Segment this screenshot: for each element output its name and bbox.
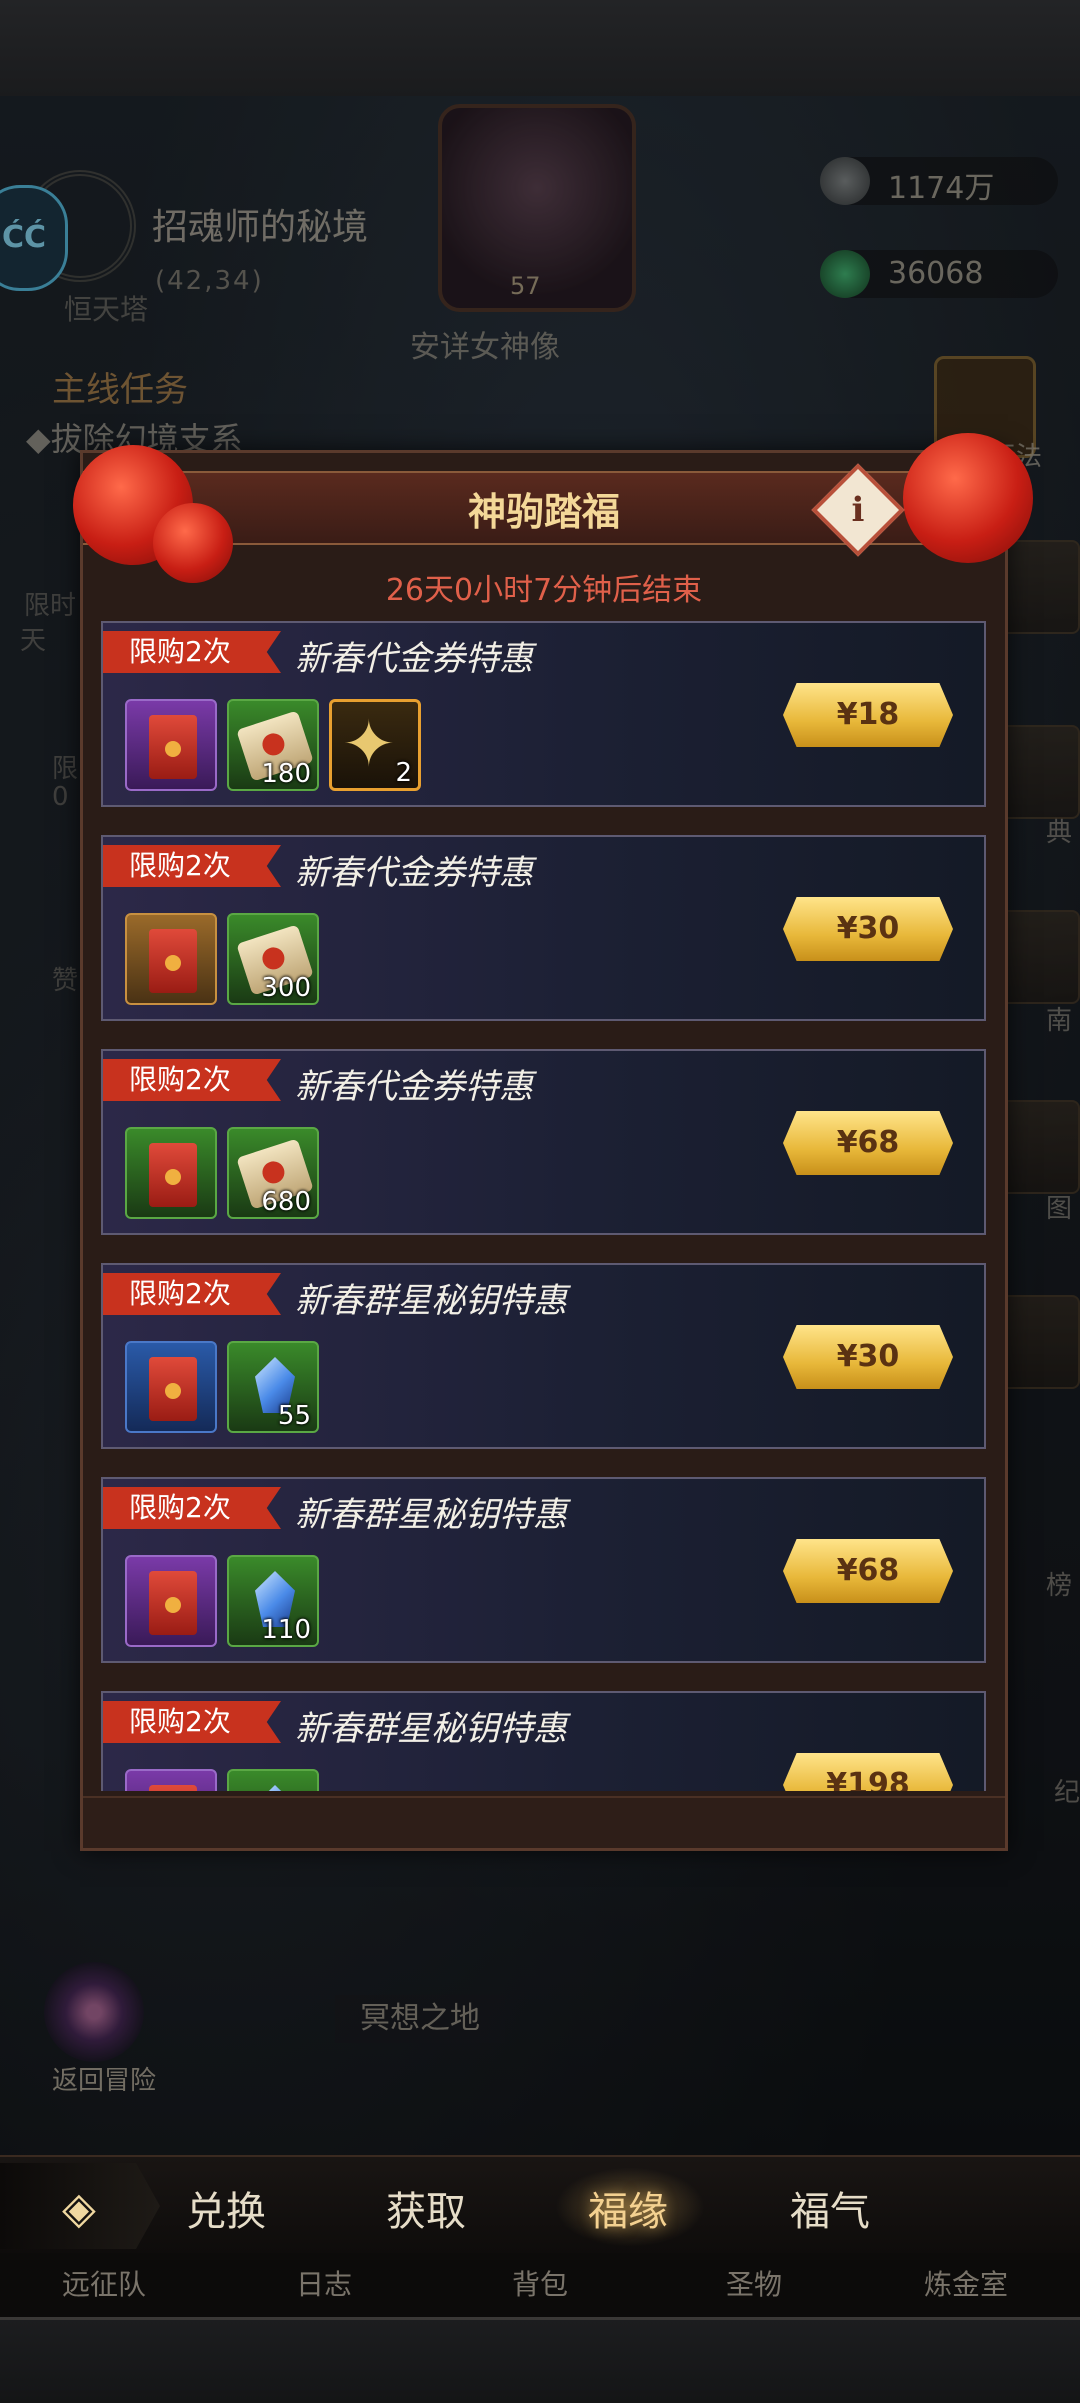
nav-expedition[interactable]: 远征队 — [62, 2263, 146, 2303]
offer-dialog: 神驹踏福 i 26天0小时7分钟后结束 限购2次 新春代金券特惠 180 ✦ 2 ¥18 限… — [73, 433, 1033, 1851]
crystal-key-icon — [255, 1785, 295, 1791]
item-quantity: 180 — [261, 759, 311, 789]
buy-button[interactable]: ¥30 — [783, 1325, 953, 1389]
reward-item[interactable] — [125, 1555, 217, 1647]
buy-button[interactable]: ¥68 — [783, 1111, 953, 1175]
reward-item[interactable]: 110 — [227, 1555, 319, 1647]
offer-card: 限购2次 新春代金券特惠 680 ¥68 — [101, 1049, 986, 1235]
reward-item[interactable]: ✦ 2 — [329, 699, 421, 791]
reward-item[interactable] — [125, 1769, 217, 1791]
nav-journal[interactable]: 日志 — [296, 2263, 352, 2303]
back-button[interactable]: ◈ — [0, 2163, 160, 2249]
offer-title: 新春群星秘钥特惠 — [295, 1281, 567, 1321]
red-packet-icon — [149, 1143, 197, 1207]
reward-item[interactable] — [125, 1341, 217, 1433]
dialog-footer — [83, 1796, 1005, 1848]
item-quantity: 300 — [261, 973, 311, 1003]
offer-card: 限购2次 新春群星秘钥特惠 55 ¥30 — [101, 1263, 986, 1449]
buy-button[interactable]: ¥68 — [783, 1539, 953, 1603]
tab-fortune[interactable]: 福缘 — [588, 2179, 668, 2237]
tab-exchange[interactable]: 兑换 — [186, 2179, 266, 2237]
nav-bag[interactable]: 背包 — [512, 2263, 568, 2303]
buy-button[interactable]: ¥198 — [783, 1753, 953, 1791]
offer-card: 限购2次 新春群星秘钥特惠 110 ¥68 — [101, 1477, 986, 1663]
offer-title: 新春群星秘钥特惠 — [295, 1495, 567, 1535]
red-packet-icon — [149, 1357, 197, 1421]
item-quantity: 680 — [261, 1187, 311, 1217]
bottom-nav: 远征队 日志 背包 圣物 炼金室 — [0, 2253, 1080, 2317]
red-packet-icon — [149, 929, 197, 993]
reward-item[interactable]: 680 — [227, 1127, 319, 1219]
offer-list[interactable]: 限购2次 新春代金券特惠 180 ✦ 2 ¥18 限购2次 新春代金券特惠 300 ¥30 限购2次… — [101, 621, 986, 1791]
nav-alchemy[interactable]: 炼金室 — [924, 2263, 1008, 2303]
reward-item[interactable] — [227, 1769, 319, 1791]
top-frame — [0, 0, 1080, 99]
offer-title: 新春代金券特惠 — [295, 1067, 533, 1107]
buy-button[interactable]: ¥18 — [783, 683, 953, 747]
reward-item[interactable] — [125, 1127, 217, 1219]
red-packet-icon — [149, 1785, 197, 1791]
limit-badge: 限购2次 — [103, 1273, 281, 1315]
offer-title: 新春群星秘钥特惠 — [295, 1709, 567, 1749]
reward-item[interactable] — [125, 913, 217, 1005]
red-packet-icon — [149, 715, 197, 779]
reward-item[interactable]: 55 — [227, 1341, 319, 1433]
tab-bar: ◈ 兑换 获取 福缘 福气 — [0, 2155, 1080, 2255]
bottom-frame — [0, 2317, 1080, 2403]
tab-blessing[interactable]: 福气 — [790, 2179, 870, 2237]
red-packet-icon — [149, 1571, 197, 1635]
tab-obtain[interactable]: 获取 — [386, 2179, 466, 2237]
offer-title: 新春代金券特惠 — [295, 639, 533, 679]
reward-item[interactable]: 180 — [227, 699, 319, 791]
limit-badge: 限购2次 — [103, 845, 281, 887]
limit-badge: 限购2次 — [103, 631, 281, 673]
countdown-text: 26天0小时7分钟后结束 — [385, 573, 703, 608]
puzzle-piece-icon: ✦ — [342, 708, 396, 782]
item-quantity: 55 — [277, 1401, 311, 1431]
limit-badge: 限购2次 — [103, 1487, 281, 1529]
item-quantity: 110 — [261, 1615, 311, 1645]
offer-card: 限购2次 新春群星秘钥特惠 ¥198 — [101, 1691, 986, 1791]
offer-card: 限购2次 新春代金券特惠 300 ¥30 — [101, 835, 986, 1021]
back-arrow-icon: ◈ — [62, 2183, 96, 2234]
item-quantity: 2 — [395, 758, 412, 788]
reward-item[interactable] — [125, 699, 217, 791]
offer-card: 限购2次 新春代金券特惠 180 ✦ 2 ¥18 — [101, 621, 986, 807]
limit-badge: 限购2次 — [103, 1701, 281, 1743]
buy-button[interactable]: ¥30 — [783, 897, 953, 961]
nav-relic[interactable]: 圣物 — [726, 2263, 782, 2303]
info-icon: i — [851, 490, 865, 530]
limit-badge: 限购2次 — [103, 1059, 281, 1101]
reward-item[interactable]: 300 — [227, 913, 319, 1005]
offer-title: 新春代金券特惠 — [295, 853, 533, 893]
